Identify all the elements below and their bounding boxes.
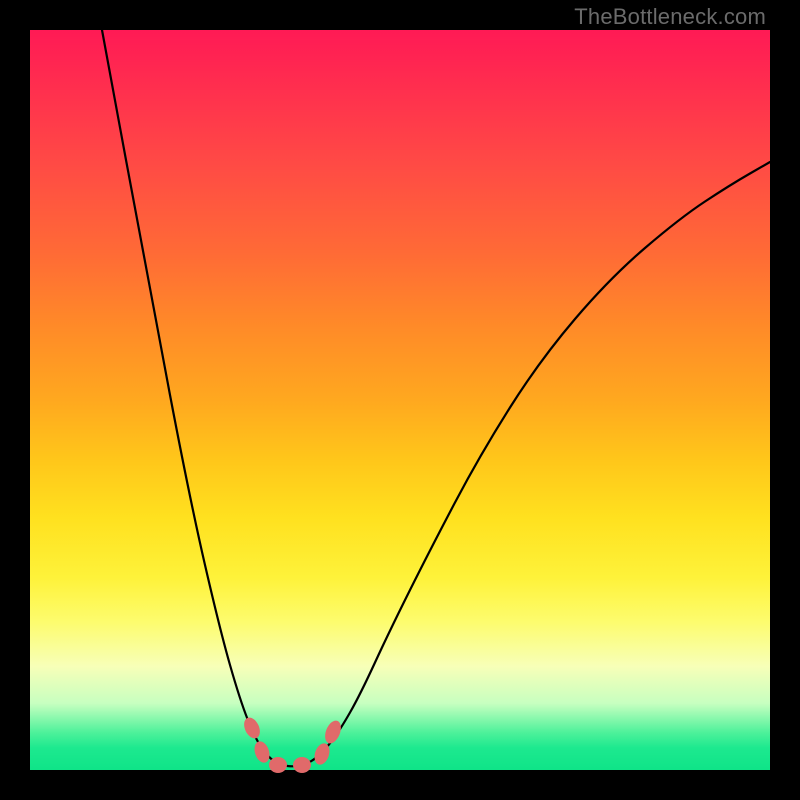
watermark-text: TheBottleneck.com bbox=[574, 4, 766, 30]
curve-layer bbox=[30, 30, 770, 770]
bottleneck-curve bbox=[102, 30, 770, 766]
marker-point bbox=[269, 757, 287, 773]
marker-point bbox=[241, 715, 263, 741]
marker-point bbox=[252, 739, 272, 764]
marker-point bbox=[293, 757, 311, 773]
marker-point bbox=[322, 718, 344, 745]
chart-frame bbox=[30, 30, 770, 770]
